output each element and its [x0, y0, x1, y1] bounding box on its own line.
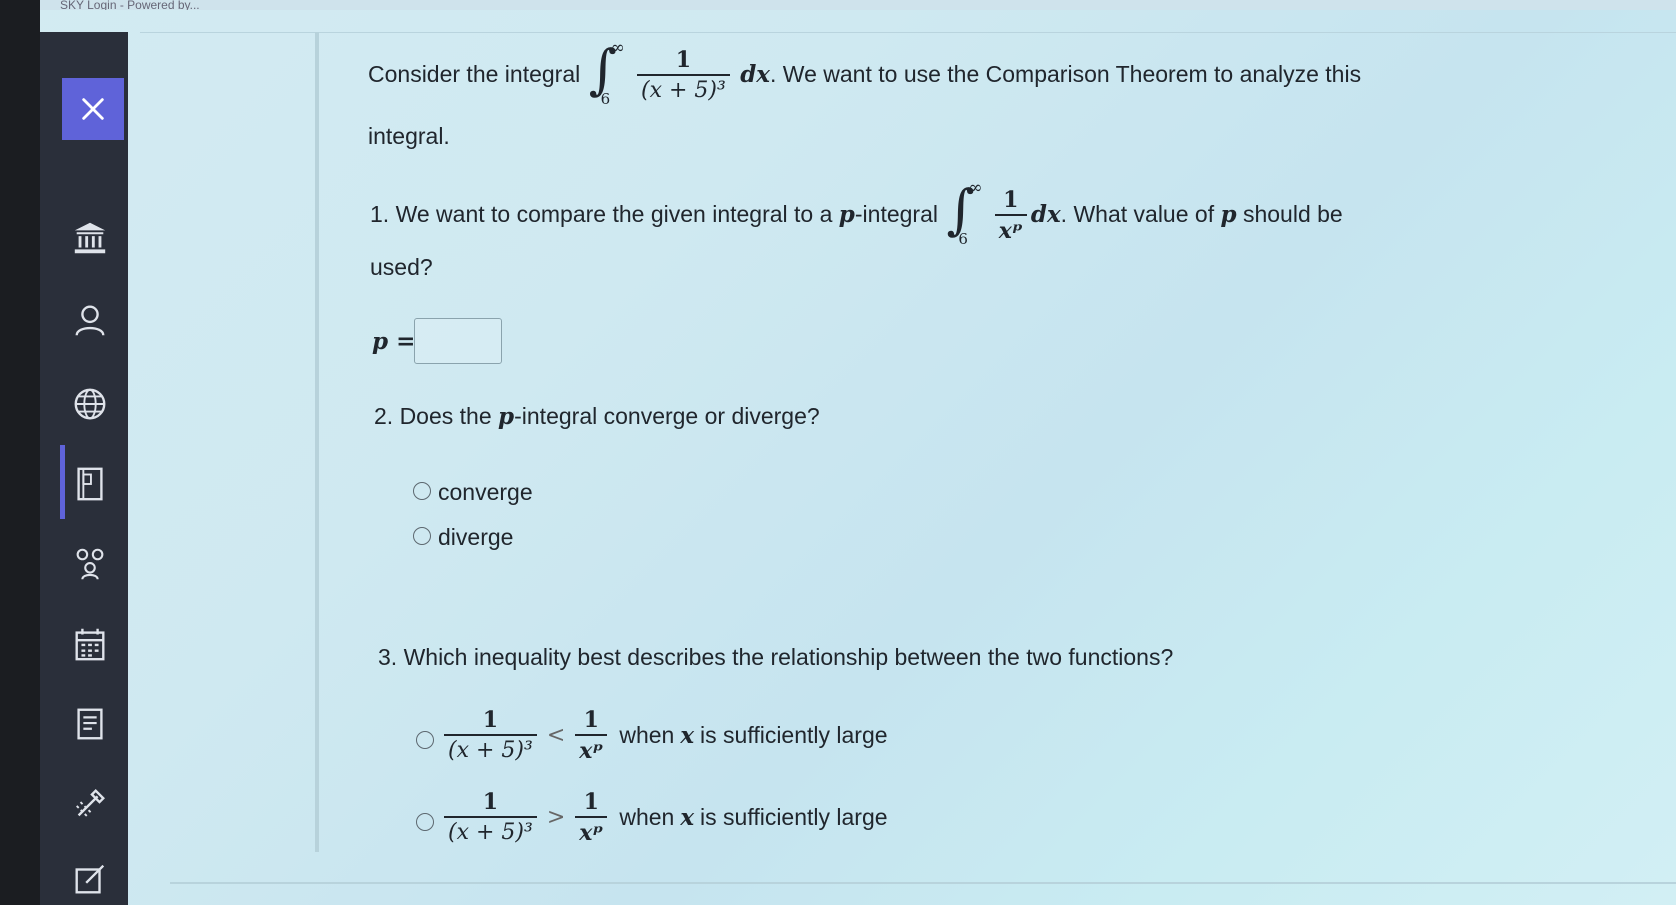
close-button[interactable]: [62, 78, 124, 140]
ineq1-var: x: [680, 722, 695, 750]
ineq1-relation: <: [546, 723, 566, 749]
intro-suffix: . We want to use the Comparison Theorem …: [770, 61, 1362, 88]
radio-diverge[interactable]: [413, 527, 431, 545]
ineq2-when-prefix: when: [619, 804, 675, 831]
bottom-divider: [170, 882, 1676, 884]
integrand-denominator: (x + 5)³: [641, 77, 726, 103]
q1-suffix-b: should be: [1236, 201, 1343, 228]
institution-icon[interactable]: [66, 214, 114, 262]
q1-p-symbol: p: [838, 201, 855, 229]
profile-icon[interactable]: [66, 296, 114, 344]
p-integral-lower-limit: 6: [958, 230, 968, 248]
intro-prefix: Consider the integral: [368, 61, 581, 88]
p-integral-differential: dx: [1030, 201, 1061, 229]
question-3: 3. Which inequality best describes the r…: [378, 644, 1174, 670]
p-answer-input[interactable]: [414, 318, 502, 364]
ineq2-when-suffix: is sufficiently large: [700, 804, 888, 831]
column-divider: [315, 32, 319, 852]
p-answer-label: p =: [372, 328, 416, 355]
monitor-bezel: [0, 0, 40, 905]
active-nav-indicator: [60, 445, 65, 519]
courses-icon[interactable]: [66, 460, 114, 508]
q2-p-symbol: p: [498, 403, 515, 430]
edit-icon[interactable]: [66, 855, 114, 903]
problem-intro: Consider the integral ∫ ∞ 6 1 (x + 5)³ d…: [368, 38, 1362, 108]
q1-line-2: used?: [370, 254, 433, 280]
integral-upper-limit: ∞: [610, 38, 625, 58]
q1-suffix-a: . What value of: [1060, 201, 1221, 228]
option-converge-label[interactable]: converge: [438, 479, 533, 506]
ineq2-var: x: [680, 804, 695, 832]
radio-inequality-less[interactable]: [416, 731, 434, 749]
q2-prefix: 2. Does the: [374, 403, 499, 429]
inequality-option-1[interactable]: 1 (x + 5)³ < 1 xᵖ when x is sufficiently…: [440, 706, 888, 766]
groups-icon[interactable]: [66, 540, 114, 588]
tools-icon[interactable]: [66, 780, 114, 828]
ineq1-right-fraction: 1 xᵖ: [575, 706, 608, 766]
intro-line-2: integral.: [368, 123, 450, 149]
p-integrand-fraction: 1 xᵖ: [994, 186, 1027, 246]
p-integrand-numerator: 1: [1003, 187, 1019, 214]
screen: SKY Login - Powered by... Consider the i: [0, 0, 1676, 905]
p-integral-symbol: ∫ ∞ 6: [946, 178, 983, 248]
ineq2-right-fraction: 1 xᵖ: [575, 788, 608, 848]
assignments-icon[interactable]: [66, 700, 114, 748]
globe-icon[interactable]: [66, 380, 114, 428]
calendar-icon[interactable]: [66, 620, 114, 668]
integral-symbol: ∫ ∞ 6: [588, 38, 625, 108]
ineq1-when-suffix: is sufficiently large: [700, 722, 888, 749]
p-integrand-denominator: xᵖ: [998, 217, 1023, 244]
question-2: 2. Does the p-integral converge or diver…: [374, 403, 820, 430]
q2-suffix: -integral converge or diverge?: [514, 403, 820, 429]
integrand-numerator: 1: [675, 47, 692, 74]
content-area: [140, 32, 1676, 892]
browser-tab-strip: SKY Login - Powered by...: [40, 0, 1676, 10]
integral-lower-limit: 6: [600, 90, 611, 108]
p-integral-upper-limit: ∞: [968, 178, 983, 198]
q1-mid: -integral: [854, 201, 938, 228]
ineq2-left-fraction: 1 (x + 5)³: [444, 788, 537, 848]
inequality-option-2[interactable]: 1 (x + 5)³ > 1 xᵖ when x is sufficiently…: [440, 788, 888, 848]
option-diverge-label[interactable]: diverge: [438, 524, 513, 551]
q1-prefix: 1. We want to compare the given integral…: [370, 201, 839, 228]
close-icon: [82, 98, 104, 120]
integral-differential: dx: [740, 61, 771, 89]
ineq1-when-prefix: when: [619, 722, 675, 749]
ineq1-left-fraction: 1 (x + 5)³: [444, 706, 537, 766]
integrand-fraction: 1 (x + 5)³: [637, 46, 730, 106]
radio-inequality-greater[interactable]: [416, 813, 434, 831]
browser-tab-title[interactable]: SKY Login - Powered by...: [60, 0, 200, 10]
ineq2-relation: >: [546, 805, 566, 831]
question-1: 1. We want to compare the given integral…: [370, 178, 1343, 248]
q1-p-symbol-2: p: [1220, 201, 1237, 229]
radio-converge[interactable]: [413, 482, 431, 500]
